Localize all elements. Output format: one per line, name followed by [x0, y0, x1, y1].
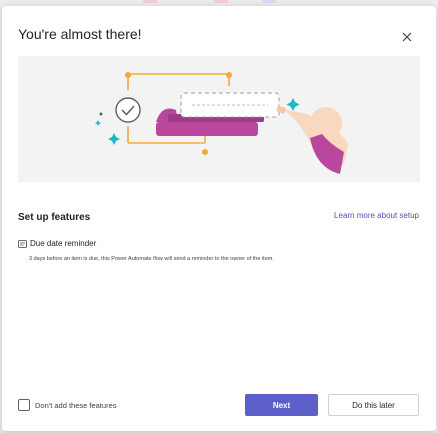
- next-button[interactable]: Next: [245, 394, 318, 416]
- learn-more-link[interactable]: Learn more about setup: [334, 211, 419, 220]
- do-this-later-button[interactable]: Do this later: [328, 394, 419, 416]
- background-decoration: [214, 0, 228, 3]
- checkbox-box[interactable]: [18, 399, 30, 411]
- hand-icon: [276, 106, 348, 174]
- hero-graphic: [95, 72, 348, 174]
- decoration-dot: [99, 112, 103, 116]
- feature-item: Due date reminder: [18, 239, 96, 248]
- background-decoration: [143, 0, 157, 3]
- section-title: Set up features: [18, 212, 91, 223]
- close-icon[interactable]: [400, 30, 414, 44]
- hero-illustration: [18, 56, 420, 182]
- reminder-icon: [18, 239, 27, 248]
- checkbox-label: Don't add these features: [35, 400, 117, 410]
- skip-features-checkbox[interactable]: Don't add these features: [18, 399, 117, 411]
- feature-label: Due date reminder: [30, 239, 97, 248]
- setup-dialog: You're almost there! Set up features Lea…: [2, 6, 436, 431]
- check-circle-icon: [115, 97, 141, 123]
- dialog-title: You're almost there!: [18, 26, 142, 42]
- background-decoration: [262, 0, 276, 3]
- feature-description: 3 days before an item is due, this Power…: [29, 256, 274, 262]
